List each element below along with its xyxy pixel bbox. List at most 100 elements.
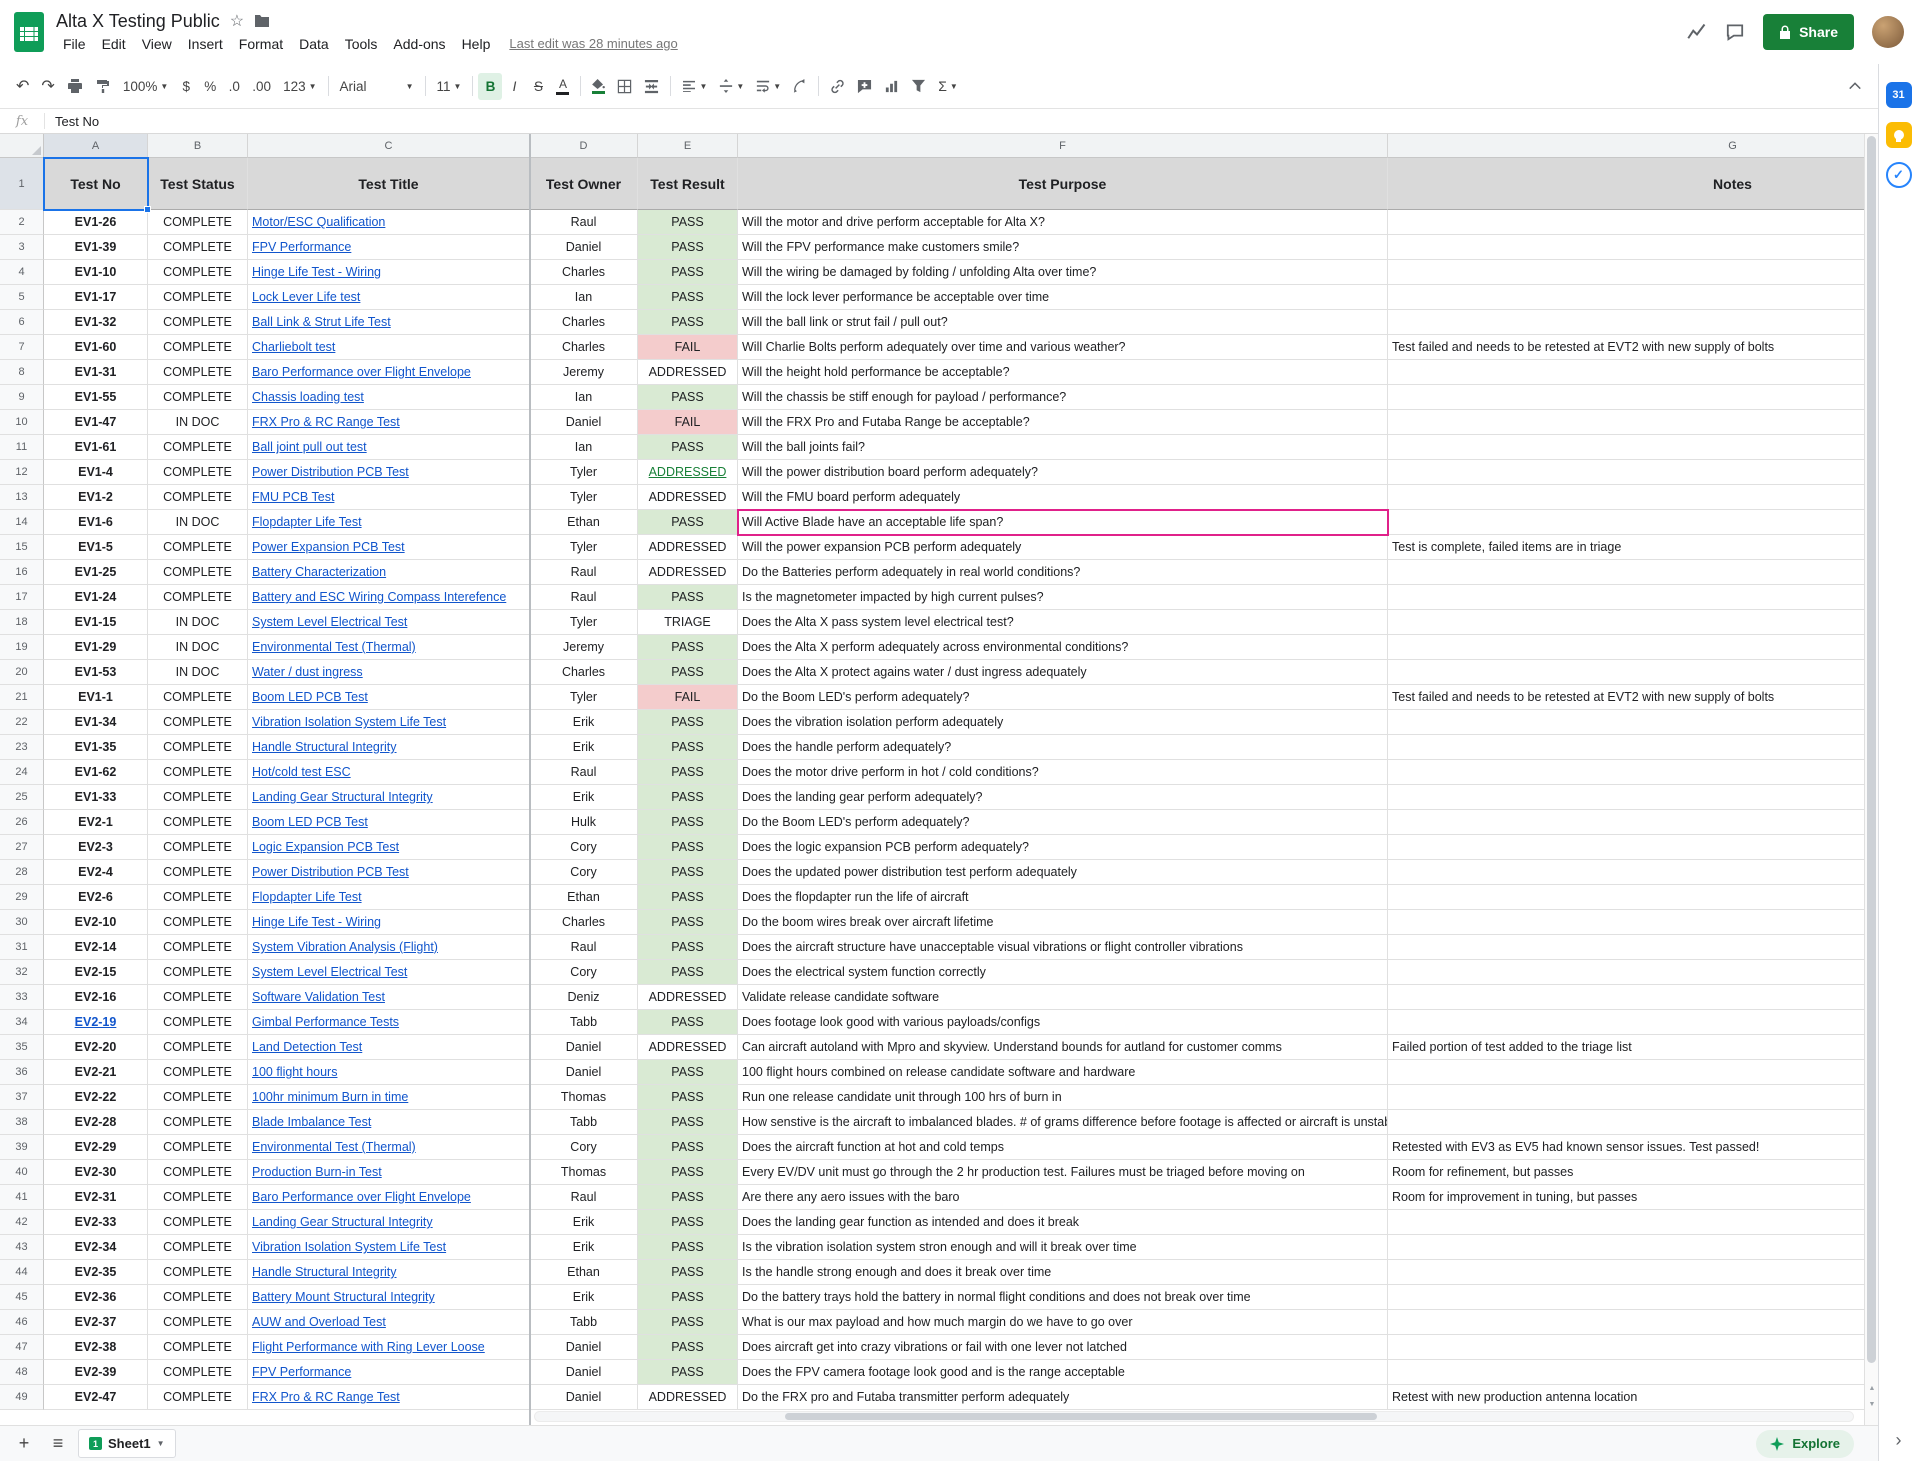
cell-notes[interactable]: [1388, 885, 1864, 910]
cell-test-owner[interactable]: Charles: [530, 910, 638, 935]
test-title-link[interactable]: Battery and ESC Wiring Compass Interefen…: [252, 590, 506, 604]
test-title-link[interactable]: Chassis loading test: [252, 390, 364, 404]
cell-test-status[interactable]: COMPLETE: [148, 835, 248, 860]
cell-test-status[interactable]: COMPLETE: [148, 810, 248, 835]
cell-test-owner[interactable]: Erik: [530, 785, 638, 810]
cell-test-purpose[interactable]: Does the handle perform adequately?: [738, 735, 1388, 760]
cell-notes[interactable]: [1388, 635, 1864, 660]
insert-link-button[interactable]: [824, 73, 851, 100]
paint-format-button[interactable]: [89, 73, 117, 100]
cell-test-purpose[interactable]: Does the updated power distribution test…: [738, 860, 1388, 885]
cell-test-result[interactable]: PASS: [638, 810, 738, 835]
cell-test-no[interactable]: EV1-6: [44, 510, 148, 535]
cell-test-no[interactable]: EV1-39: [44, 235, 148, 260]
cell-test-purpose[interactable]: Does the logic expansion PCB perform ade…: [738, 835, 1388, 860]
cell-test-purpose[interactable]: Is the handle strong enough and does it …: [738, 1260, 1388, 1285]
column-header-B[interactable]: B: [148, 134, 248, 158]
cell-test-status[interactable]: IN DOC: [148, 610, 248, 635]
cell-notes[interactable]: [1388, 285, 1864, 310]
cell-test-title[interactable]: Production Burn-in Test: [248, 1160, 530, 1185]
cell-test-purpose[interactable]: Does the aircraft structure have unaccep…: [738, 935, 1388, 960]
row-header-8[interactable]: 8: [0, 360, 44, 385]
test-title-link[interactable]: Water / dust ingress: [252, 665, 363, 679]
test-title-link[interactable]: Flopdapter Life Test: [252, 515, 362, 529]
cell-test-status[interactable]: COMPLETE: [148, 460, 248, 485]
cell-test-no[interactable]: EV2-22: [44, 1085, 148, 1110]
cell-test-owner[interactable]: Ian: [530, 435, 638, 460]
cell-test-result[interactable]: PASS: [638, 1285, 738, 1310]
cell-notes[interactable]: [1388, 1360, 1864, 1385]
move-folder-icon[interactable]: [254, 14, 270, 28]
comments-icon[interactable]: [1725, 23, 1745, 41]
cell-notes[interactable]: [1388, 760, 1864, 785]
cell-test-status[interactable]: COMPLETE: [148, 360, 248, 385]
test-title-link[interactable]: Environmental Test (Thermal): [252, 1140, 416, 1154]
cell-test-result[interactable]: FAIL: [638, 685, 738, 710]
cell-test-purpose[interactable]: Do the battery trays hold the battery in…: [738, 1285, 1388, 1310]
cell-test-result[interactable]: PASS: [638, 1235, 738, 1260]
cell-notes[interactable]: [1388, 735, 1864, 760]
cell-test-owner[interactable]: Erik: [530, 710, 638, 735]
decrease-decimal-button[interactable]: .0: [222, 73, 246, 100]
test-title-link[interactable]: Hot/cold test ESC: [252, 765, 351, 779]
row-header-45[interactable]: 45: [0, 1285, 44, 1310]
cell-notes[interactable]: [1388, 210, 1864, 235]
vertical-scrollbar[interactable]: ▲ ▼: [1864, 134, 1878, 1425]
row-header-9[interactable]: 9: [0, 385, 44, 410]
result-link[interactable]: ADDRESSED: [649, 465, 727, 479]
cell-test-title[interactable]: Ball joint pull out test: [248, 435, 530, 460]
cell-test-purpose[interactable]: Do the FRX pro and Futaba transmitter pe…: [738, 1385, 1388, 1410]
menu-format[interactable]: Format: [232, 34, 290, 54]
column-header-A[interactable]: A: [44, 134, 148, 158]
cell-test-owner[interactable]: Tabb: [530, 1110, 638, 1135]
cell-test-result[interactable]: PASS: [638, 1160, 738, 1185]
cell-test-status[interactable]: COMPLETE: [148, 1385, 248, 1410]
cell-test-result[interactable]: PASS: [638, 885, 738, 910]
cell-test-no[interactable]: EV1-4: [44, 460, 148, 485]
text-rotation-button[interactable]: [787, 73, 813, 100]
cell-test-owner[interactable]: Tabb: [530, 1310, 638, 1335]
column-header-E[interactable]: E: [638, 134, 738, 158]
header-cell-notes[interactable]: Notes: [1388, 158, 1864, 210]
frozen-pane-divider[interactable]: [529, 134, 531, 1425]
cell-test-purpose[interactable]: Will the ball link or strut fail / pull …: [738, 310, 1388, 335]
cell-notes[interactable]: [1388, 410, 1864, 435]
header-cell-test-owner[interactable]: Test Owner: [530, 158, 638, 210]
cell-notes[interactable]: Retested with EV3 as EV5 had known senso…: [1388, 1135, 1864, 1160]
cell-notes[interactable]: Test failed and needs to be retested at …: [1388, 685, 1864, 710]
cell-notes[interactable]: [1388, 1235, 1864, 1260]
bold-button[interactable]: B: [478, 73, 502, 100]
cell-test-title[interactable]: Flight Performance with Ring Lever Loose: [248, 1335, 530, 1360]
menu-file[interactable]: File: [56, 34, 93, 54]
cell-test-purpose[interactable]: Does the electrical system function corr…: [738, 960, 1388, 985]
test-title-link[interactable]: Ball joint pull out test: [252, 440, 367, 454]
cell-test-no[interactable]: EV2-33: [44, 1210, 148, 1235]
row-header-26[interactable]: 26: [0, 810, 44, 835]
cell-test-result[interactable]: PASS: [638, 1110, 738, 1135]
cell-test-status[interactable]: COMPLETE: [148, 1310, 248, 1335]
cell-test-title[interactable]: System Level Electrical Test: [248, 960, 530, 985]
cell-test-no[interactable]: EV1-55: [44, 385, 148, 410]
cell-test-no[interactable]: EV1-10: [44, 260, 148, 285]
cell-notes[interactable]: [1388, 1310, 1864, 1335]
cell-notes[interactable]: [1388, 860, 1864, 885]
cell-test-title[interactable]: Vibration Isolation System Life Test: [248, 710, 530, 735]
cell-test-no[interactable]: EV1-53: [44, 660, 148, 685]
cell-test-result[interactable]: PASS: [638, 1310, 738, 1335]
row-header-44[interactable]: 44: [0, 1260, 44, 1285]
row-header-34[interactable]: 34: [0, 1010, 44, 1035]
tasks-icon[interactable]: ✓: [1886, 162, 1912, 188]
row-header-39[interactable]: 39: [0, 1135, 44, 1160]
menu-edit[interactable]: Edit: [95, 34, 133, 54]
cell-test-purpose[interactable]: 100 flight hours combined on release can…: [738, 1060, 1388, 1085]
text-wrap-button[interactable]: ▼: [750, 73, 787, 100]
cell-notes[interactable]: Test failed and needs to be retested at …: [1388, 335, 1864, 360]
cell-test-no[interactable]: EV2-1: [44, 810, 148, 835]
cell-test-title[interactable]: Boom LED PCB Test: [248, 810, 530, 835]
header-cell-test-title[interactable]: Test Title: [248, 158, 530, 210]
cell-test-status[interactable]: COMPLETE: [148, 1060, 248, 1085]
cell-notes[interactable]: [1388, 1335, 1864, 1360]
share-button[interactable]: Share: [1763, 14, 1854, 50]
menu-insert[interactable]: Insert: [181, 34, 230, 54]
row-header-20[interactable]: 20: [0, 660, 44, 685]
